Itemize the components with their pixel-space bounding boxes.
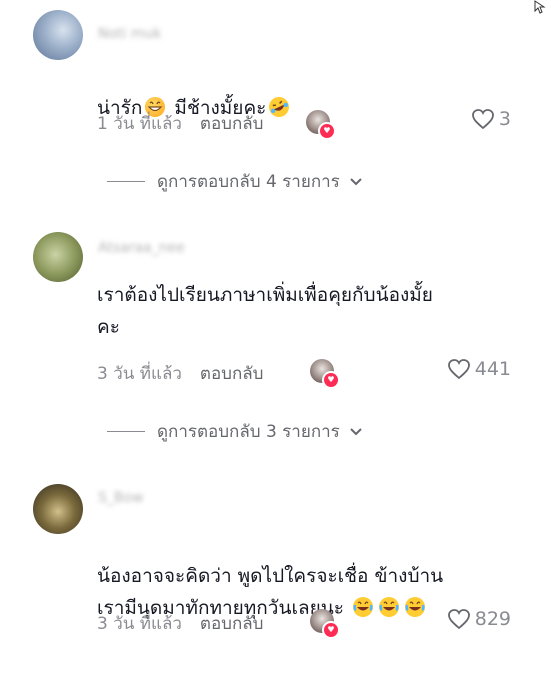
avatar[interactable]: [33, 484, 83, 534]
heart-icon: [447, 609, 470, 630]
heart-badge-icon: ♥: [322, 371, 340, 389]
heart-badge-icon: ♥: [322, 621, 340, 639]
creator-liked-avatar: ♥: [306, 110, 336, 140]
reply-button[interactable]: ตอบกลับ: [200, 360, 264, 387]
like-button[interactable]: 441: [447, 358, 511, 380]
username[interactable]: S_Bow: [98, 490, 144, 506]
comment-time: 3 วัน ที่แล้ว: [97, 614, 182, 634]
chevron-down-icon: [350, 177, 362, 185]
comment-meta: 3 วัน ที่แล้ว ตอบกลับ: [97, 360, 263, 387]
username[interactable]: Noti muk: [98, 26, 162, 42]
divider: [107, 431, 145, 432]
comment-meta: 3 วัน ที่แล้ว ตอบกลับ: [97, 610, 263, 637]
username[interactable]: Atsaraa_nee: [98, 240, 185, 256]
mouse-cursor-icon: [534, 0, 546, 14]
comment-meta: 1 วัน ที่แล้ว ตอบกลับ: [97, 110, 263, 137]
divider: [107, 181, 145, 182]
view-replies-label: ดูการตอบกลับ 3 รายการ: [157, 422, 340, 442]
like-count: 829: [474, 608, 511, 630]
view-replies-button[interactable]: ดูการตอบกลับ 4 รายการ: [107, 168, 364, 195]
like-button[interactable]: 3: [471, 108, 511, 130]
heart-icon: [447, 359, 470, 380]
heart-badge-icon: ♥: [318, 122, 336, 140]
tears-of-joy-emoji-icon: [404, 597, 425, 617]
comment-time: 3 วัน ที่แล้ว: [97, 364, 182, 384]
reply-button[interactable]: ตอบกลับ: [200, 110, 264, 137]
creator-liked-avatar: ♥: [310, 359, 340, 389]
like-button[interactable]: 829: [447, 608, 511, 630]
comment-time: 1 วัน ที่แล้ว: [97, 114, 182, 134]
view-replies-label: ดูการตอบกลับ 4 รายการ: [157, 172, 340, 192]
like-count: 441: [474, 358, 511, 380]
view-replies-button[interactable]: ดูการตอบกลับ 3 รายการ: [107, 418, 364, 445]
chevron-down-icon: [350, 427, 362, 435]
tears-of-joy-emoji-icon: [352, 597, 373, 617]
creator-liked-avatar: ♥: [310, 609, 340, 639]
like-count: 3: [498, 108, 511, 130]
rolling-laughing-emoji-icon: [269, 97, 290, 117]
tears-of-joy-emoji-icon: [378, 597, 399, 617]
reply-button[interactable]: ตอบกลับ: [200, 610, 264, 637]
avatar[interactable]: [33, 232, 83, 282]
heart-icon: [472, 109, 494, 130]
comment-text: เราต้องไปเรียนภาษาเพิ่มเพื่อคุยกับน้องมั…: [97, 284, 433, 338]
avatar[interactable]: [33, 10, 83, 60]
